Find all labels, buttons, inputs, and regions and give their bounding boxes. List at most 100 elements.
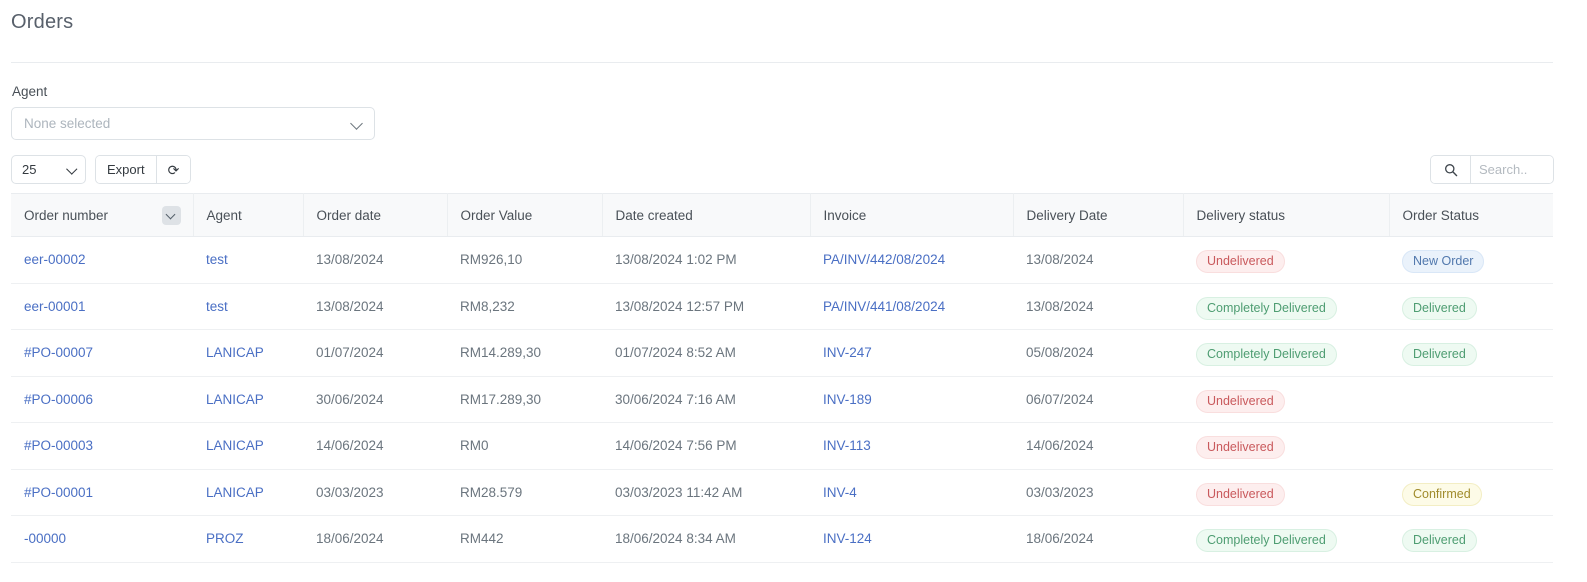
cell-delivery-status: Undelivered (1183, 422, 1389, 470)
invoice-link[interactable]: INV-113 (823, 438, 871, 453)
order-number-link[interactable]: eer-00002 (24, 252, 86, 267)
order-number-link[interactable]: eer-00001 (24, 299, 86, 314)
table-row: -00000 PROZ 18/06/2024 RM442 18/06/2024 8:34… (11, 515, 1553, 563)
agent-link[interactable]: PROZ (206, 531, 244, 546)
cell-delivery-date: 05/08/2024 (1013, 329, 1183, 377)
cell-delivery-date: 13/08/2024 (1013, 236, 1183, 284)
column-header-agent[interactable]: Agent (193, 193, 304, 237)
refresh-icon: ⟳ (167, 161, 180, 178)
table-toolbar: 25 Export ⟳ (11, 155, 192, 184)
cell-order-value: RM8,232 (447, 283, 602, 330)
cell-invoice: INV-247 (810, 329, 1013, 377)
invoice-link[interactable]: INV-247 (823, 345, 872, 360)
cell-invoice: PA/INV/441/08/2024 (810, 283, 1013, 330)
chevron-down-icon (351, 117, 364, 130)
column-header-invoice[interactable]: Invoice (810, 193, 1014, 237)
page-length-select[interactable]: 25 (11, 155, 86, 184)
table-body: eer-00002 test 13/08/2024 RM926,10 13/08/202… (11, 236, 1553, 563)
title-divider (11, 62, 1553, 63)
cell-date-created: 01/07/2024 8:52 AM (602, 329, 810, 377)
chevron-down-icon (67, 164, 78, 175)
column-header-order-value[interactable]: Order Value (447, 193, 603, 237)
search-button[interactable] (1431, 156, 1471, 183)
orders-table: Order number Agent Order date Order Valu… (11, 193, 1553, 563)
order-number-link[interactable]: #PO-00001 (24, 485, 93, 500)
cell-order-status: Delivered (1389, 515, 1553, 563)
delivery-status-badge: Completely Delivered (1196, 296, 1337, 320)
agent-link[interactable]: LANICAP (206, 345, 264, 360)
cell-delivery-status: Undelivered (1183, 376, 1389, 423)
page-length-value: 25 (22, 162, 37, 177)
cell-delivery-date: 18/06/2024 (1013, 515, 1183, 563)
invoice-link[interactable]: INV-124 (823, 531, 872, 546)
agent-select[interactable]: None selected (11, 107, 375, 140)
agent-link[interactable]: LANICAP (206, 485, 264, 500)
cell-order-status: New Order (1389, 236, 1553, 284)
cell-delivery-date: 13/08/2024 (1013, 283, 1183, 330)
cell-agent: LANICAP (193, 469, 303, 516)
order-number-link[interactable]: -00000 (24, 531, 66, 546)
cell-order-value: RM14.289,30 (447, 329, 602, 377)
agent-link[interactable]: LANICAP (206, 392, 264, 407)
orders-page: Orders Agent None selected 25 Export ⟳ S… (0, 0, 1587, 582)
cell-order-value: RM0 (447, 422, 602, 470)
search-input[interactable] (1471, 156, 1553, 183)
cell-date-created: 30/06/2024 7:16 AM (602, 376, 810, 423)
cell-order-date: 03/03/2023 (303, 469, 447, 516)
cell-order-status: Confirmed (1389, 469, 1553, 516)
cell-order-number: #PO-00001 (11, 469, 193, 516)
column-header-date-created[interactable]: Date created (602, 193, 811, 237)
chevron-down-icon[interactable] (161, 205, 181, 225)
table-row: eer-00002 test 13/08/2024 RM926,10 13/08/202… (11, 236, 1553, 284)
invoice-link[interactable]: PA/INV/441/08/2024 (823, 299, 945, 314)
cell-date-created: 18/06/2024 8:34 AM (602, 515, 810, 563)
delivery-status-badge: Completely Delivered (1196, 343, 1337, 367)
cell-invoice: INV-189 (810, 376, 1013, 423)
cell-agent: PROZ (193, 515, 303, 563)
cell-delivery-status: Completely Delivered (1183, 515, 1389, 563)
table-row: eer-00001 test 13/08/2024 RM8,232 13/08/2024… (11, 283, 1553, 330)
agent-link[interactable]: test (206, 252, 228, 267)
cell-order-number: #PO-00003 (11, 422, 193, 470)
cell-delivery-status: Completely Delivered (1183, 283, 1389, 330)
cell-agent: LANICAP (193, 422, 303, 470)
cell-invoice: PA/INV/442/08/2024 (810, 236, 1013, 284)
invoice-link[interactable]: INV-189 (823, 392, 872, 407)
order-number-link[interactable]: #PO-00006 (24, 392, 93, 407)
agent-select-value: None selected (24, 116, 111, 131)
table-row: #PO-00006 LANICAP 30/06/2024 RM17.289,30 30/… (11, 376, 1553, 423)
cell-agent: test (193, 283, 303, 330)
refresh-button[interactable]: ⟳ (155, 156, 191, 183)
table-head: Order number Agent Order date Order Valu… (11, 193, 1553, 237)
delivery-status-badge: Undelivered (1196, 436, 1285, 460)
cell-order-status: Delivered (1389, 283, 1553, 330)
column-header-delivery-status[interactable]: Delivery status (1183, 193, 1390, 237)
cell-delivery-date: 14/06/2024 (1013, 422, 1183, 470)
cell-agent: test (193, 236, 303, 284)
invoice-link[interactable]: PA/INV/442/08/2024 (823, 252, 945, 267)
order-status-badge: Delivered (1402, 296, 1477, 320)
order-status-badge: Delivered (1402, 529, 1477, 553)
order-status-badge: New Order (1402, 250, 1485, 274)
cell-invoice: INV-4 (810, 469, 1013, 516)
table-row: #PO-00001 LANICAP 03/03/2023 RM28.579 03/03/… (11, 469, 1553, 516)
page-title: Orders (11, 11, 74, 33)
column-header-order-status[interactable]: Order Status (1389, 193, 1553, 237)
export-button[interactable]: Export (96, 156, 156, 183)
table-row: #PO-00003 LANICAP 14/06/2024 RM0 14/06/2024 … (11, 422, 1553, 470)
column-label: Order number (24, 207, 109, 223)
invoice-link[interactable]: INV-4 (823, 485, 857, 500)
agent-link[interactable]: LANICAP (206, 438, 264, 453)
delivery-status-badge: Undelivered (1196, 482, 1285, 506)
column-header-delivery-date[interactable]: Delivery Date (1013, 193, 1184, 237)
search-icon (1444, 163, 1457, 176)
column-header-order-date[interactable]: Order date (303, 193, 448, 237)
order-status-badge: Delivered (1402, 343, 1477, 367)
order-number-link[interactable]: #PO-00007 (24, 345, 93, 360)
cell-order-status (1389, 422, 1553, 470)
cell-order-status: Delivered (1389, 329, 1553, 377)
agent-filter-label: Agent (12, 84, 48, 99)
column-header-order-number[interactable]: Order number (11, 193, 194, 237)
agent-link[interactable]: test (206, 299, 228, 314)
order-number-link[interactable]: #PO-00003 (24, 438, 93, 453)
